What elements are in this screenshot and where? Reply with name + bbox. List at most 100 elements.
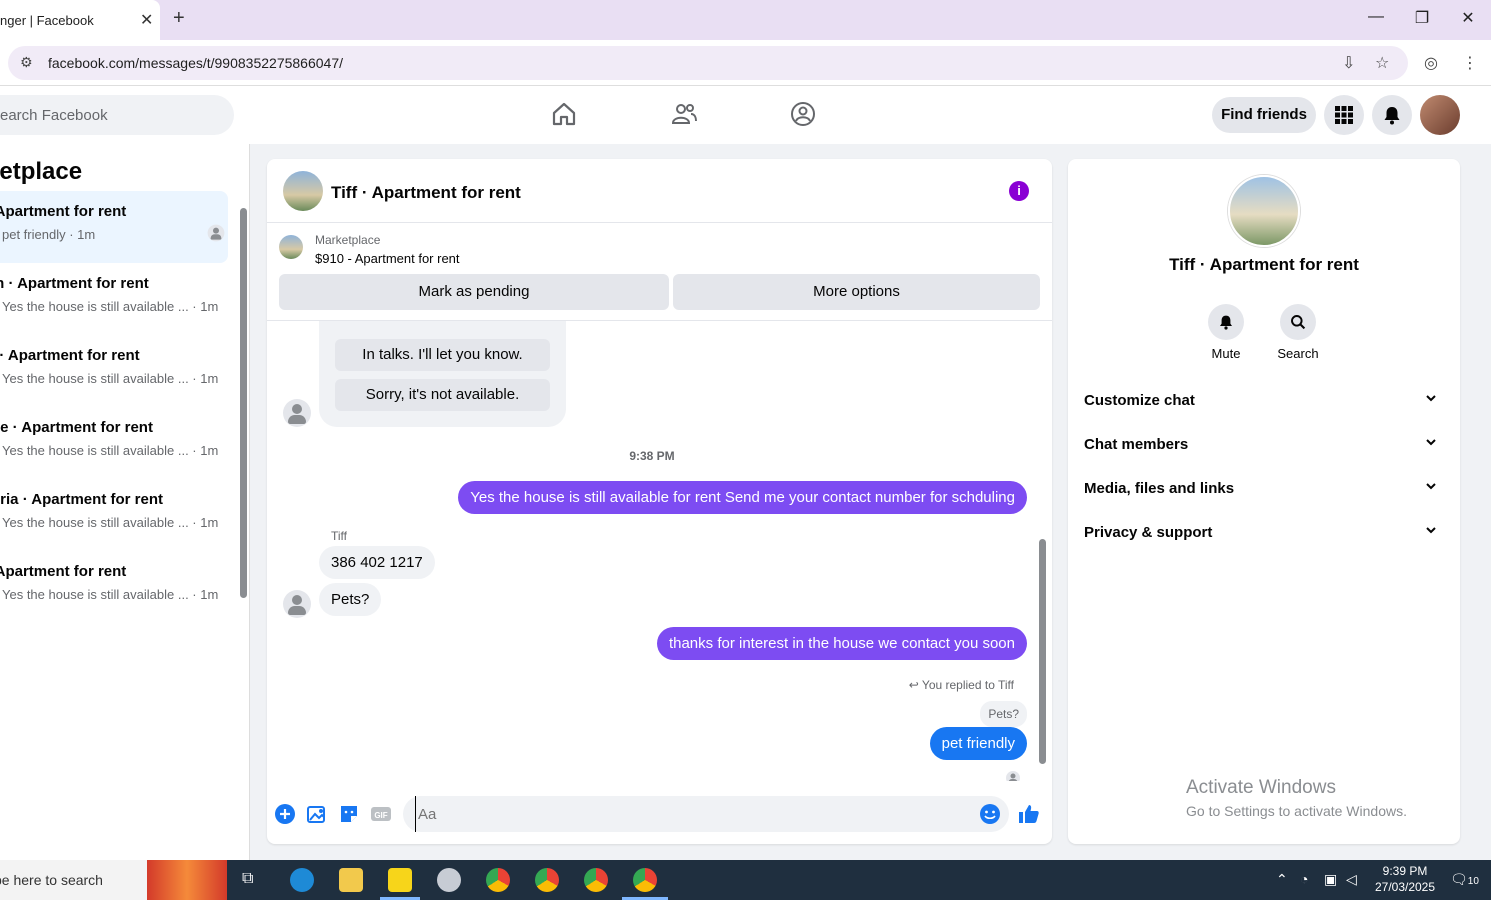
mark-pending-button[interactable]: Mark as pending xyxy=(279,274,669,310)
task-view-icon[interactable]: ⧉ xyxy=(242,870,253,888)
chevron-down-icon xyxy=(1426,439,1436,446)
network-icon[interactable]: ◔ xyxy=(1300,871,1308,887)
chrome-icon[interactable] xyxy=(535,868,559,892)
chrome-icon[interactable] xyxy=(486,868,510,892)
marketplace-label: Marketplace xyxy=(315,233,381,247)
account-avatar[interactable] xyxy=(1420,95,1460,135)
chat-list-item[interactable]: · Apartment for rent Yes the house is st… xyxy=(0,551,228,623)
incoming-message[interactable]: Pets? xyxy=(319,583,382,616)
meet-now-icon[interactable]: ▣ xyxy=(1324,871,1337,888)
info-icon[interactable]: i xyxy=(1009,181,1029,201)
groups-icon[interactable] xyxy=(789,100,817,128)
bookmark-star-icon[interactable]: ☆ xyxy=(1375,53,1389,73)
outgoing-reply-message[interactable]: pet friendly xyxy=(929,727,1027,760)
snipping-tool-icon[interactable] xyxy=(437,868,461,892)
conversation-profile-avatar[interactable] xyxy=(1228,175,1300,247)
privacy-support-section[interactable]: Privacy & support xyxy=(1084,511,1444,555)
chat-list-scrollbar[interactable] xyxy=(238,196,248,616)
volume-icon[interactable]: ◁ xyxy=(1346,871,1357,888)
customize-chat-section[interactable]: Customize chat xyxy=(1084,379,1444,423)
conversation-avatar[interactable] xyxy=(283,171,323,211)
message-scrollbar[interactable] xyxy=(1037,321,1049,781)
quick-reply-button[interactable]: In talks. I'll let you know. xyxy=(335,339,550,371)
chat-name: · Apartment for rent xyxy=(0,563,127,580)
outgoing-message[interactable]: thanks for interest in the house we cont… xyxy=(656,627,1027,660)
notifications-button[interactable] xyxy=(1372,95,1412,135)
chrome-icon[interactable] xyxy=(633,868,657,892)
page-scrollbar[interactable] xyxy=(1481,144,1491,860)
search-placeholder: earch Facebook xyxy=(0,107,108,124)
browser-tab-strip: nger | Facebook ✕ + — ❐ ✕ xyxy=(0,0,1491,40)
message-input[interactable] xyxy=(415,796,965,832)
close-tab-icon[interactable]: ✕ xyxy=(140,10,153,30)
seen-avatar xyxy=(1006,771,1020,781)
taskbar-clock[interactable]: 9:39 PM 27/03/2025 xyxy=(1370,863,1440,895)
scrollbar-thumb[interactable] xyxy=(240,208,247,598)
search-conversation-button[interactable]: Search xyxy=(1268,304,1328,361)
conversation-profile-name: Tiff · Apartment for rent xyxy=(1169,255,1359,274)
minimize-icon[interactable]: — xyxy=(1361,8,1391,26)
scrollbar-thumb[interactable] xyxy=(1039,539,1046,764)
message-input-box[interactable] xyxy=(403,796,1009,832)
notification-center-icon[interactable]: 🗨10 xyxy=(1450,871,1479,888)
photo-icon[interactable] xyxy=(306,803,328,825)
search-highlight-icon[interactable] xyxy=(147,860,227,900)
mute-label: Mute xyxy=(1211,346,1241,361)
menu-grid-button[interactable] xyxy=(1324,95,1364,135)
quick-reply-button[interactable]: Sorry, it's not available. xyxy=(335,379,550,411)
gif-icon[interactable]: GIF xyxy=(370,803,392,825)
sticky-notes-icon[interactable] xyxy=(388,868,412,892)
friends-icon[interactable] xyxy=(670,100,698,128)
chevron-down-icon xyxy=(1426,483,1436,490)
conversation-title[interactable]: Tiff · Apartment for rent xyxy=(331,183,521,203)
quoted-message[interactable]: Pets? xyxy=(980,701,1027,727)
more-options-button[interactable]: More options xyxy=(673,274,1040,310)
install-app-icon[interactable]: ⇩ xyxy=(1342,53,1355,73)
message-thread: In talks. I'll let you know. Sorry, it's… xyxy=(267,321,1052,781)
search-circle xyxy=(1280,304,1316,340)
plus-icon[interactable] xyxy=(274,803,296,825)
browser-menu-icon[interactable]: ⋮ xyxy=(1462,53,1478,73)
emoji-icon[interactable] xyxy=(979,803,1001,825)
taskbar-search[interactable]: pe here to search xyxy=(0,860,147,900)
mute-button[interactable]: Mute xyxy=(1196,304,1256,361)
chat-list-item[interactable]: · Apartment for rent pet friendly · 1m xyxy=(0,191,228,263)
site-info-icon[interactable]: ⚙ xyxy=(20,54,33,71)
chat-list-item[interactable]: n · Apartment for rent Yes the house is … xyxy=(0,335,228,407)
facebook-search-input[interactable]: earch Facebook xyxy=(0,95,234,135)
contact-avatar[interactable] xyxy=(283,399,311,427)
address-bar[interactable]: ⚙ facebook.com/messages/t/99083522758660… xyxy=(8,46,1408,80)
marketplace-listing-bar: Marketplace $910 - Apartment for rent Ma… xyxy=(267,223,1052,321)
tab-title: nger | Facebook xyxy=(0,13,94,28)
contact-avatar[interactable] xyxy=(283,590,311,618)
find-friends-button[interactable]: Find friends xyxy=(1212,97,1316,133)
activate-subtitle: Go to Settings to activate Windows. xyxy=(1186,803,1407,819)
browser-tab[interactable]: nger | Facebook ✕ xyxy=(0,0,160,40)
profile-icon[interactable]: ◎ xyxy=(1424,53,1438,73)
listing-title[interactable]: $910 - Apartment for rent xyxy=(315,251,460,266)
bell-icon xyxy=(1220,315,1232,330)
chat-list-item[interactable]: on · Apartment for rent Yes the house is… xyxy=(0,263,228,335)
chat-members-section[interactable]: Chat members xyxy=(1084,423,1444,467)
thumbs-up-icon[interactable] xyxy=(1018,803,1040,825)
listing-thumbnail[interactable] xyxy=(279,235,303,259)
chat-list-item[interactable]: rlie · Apartment for rent Yes the house … xyxy=(0,407,228,479)
chrome-icon[interactable] xyxy=(584,868,608,892)
new-tab-icon[interactable]: + xyxy=(173,7,185,30)
home-icon[interactable] xyxy=(550,100,578,128)
tray-chevron-up-icon[interactable]: ⌃ xyxy=(1276,871,1288,888)
file-explorer-icon[interactable] xyxy=(339,868,363,892)
restore-icon[interactable]: ❐ xyxy=(1407,8,1437,28)
section-label: Media, files and links xyxy=(1084,480,1235,497)
sticker-icon[interactable] xyxy=(338,803,360,825)
close-window-icon[interactable]: ✕ xyxy=(1453,8,1483,28)
chat-name: erria · Apartment for rent xyxy=(0,491,163,508)
incoming-message[interactable]: 386 402 1217 xyxy=(319,546,435,579)
chat-list-item[interactable]: erria · Apartment for rent Yes the house… xyxy=(0,479,228,551)
chevron-down-icon xyxy=(1426,527,1436,534)
media-files-links-section[interactable]: Media, files and links xyxy=(1084,467,1444,511)
outgoing-message[interactable]: Yes the house is still available for ren… xyxy=(458,481,1027,514)
bell-icon xyxy=(1384,107,1400,125)
search-label: Search xyxy=(1277,346,1319,361)
edge-icon[interactable] xyxy=(290,868,314,892)
